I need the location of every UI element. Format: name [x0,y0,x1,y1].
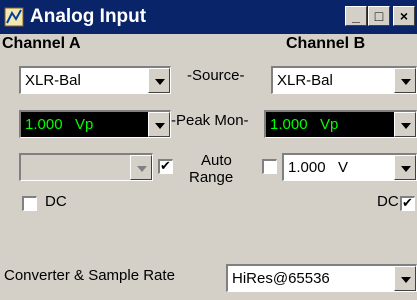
channel-b-source-value: XLR-Bal [277,72,333,89]
maximize-icon: □ [374,8,384,24]
window-title: Analog Input [30,6,147,27]
auto-label: Auto [201,152,232,169]
channel-a-dc-label: DC [45,193,67,210]
chevron-down-icon[interactable] [394,68,416,93]
channel-a-header: Channel A [2,35,81,52]
range-label: Range [189,169,234,186]
converter-label: Converter & Sample Rate [4,267,175,284]
channel-a-dc-checkbox[interactable] [22,196,37,211]
converter-sample-rate-value: HiRes@65536 [232,270,330,287]
channel-b-dc-label: DC [377,193,399,210]
channel-a-auto-range-checkbox[interactable] [158,158,173,174]
channel-b-header: Channel B [286,35,366,52]
channel-a-range-select [19,153,153,181]
chevron-down-icon[interactable] [394,266,416,291]
channel-b-range-select[interactable]: 1.000 V [282,153,417,181]
chevron-down-icon[interactable] [148,112,170,137]
analog-input-panel: Channel A Channel B XLR-Bal -Source- XLR… [0,34,417,300]
channel-b-dc-checkbox[interactable] [400,195,415,211]
chevron-down-icon[interactable] [394,112,416,137]
channel-a-source-select[interactable]: XLR-Bal [19,66,171,94]
maximize-button[interactable]: □ [368,6,390,26]
channel-b-peak-monitor[interactable]: 1.000 Vp [264,110,417,138]
source-label: -Source- [187,67,245,84]
peak-monitor-label: -Peak Mon- [171,112,249,129]
channel-b-source-select[interactable]: XLR-Bal [271,66,417,94]
minimize-icon: _ [352,8,360,24]
close-icon: × [399,8,409,24]
channel-b-auto-range-checkbox[interactable] [262,159,277,174]
channel-b-peak-value: 1.000 Vp [270,116,339,133]
channel-a-source-value: XLR-Bal [25,72,81,89]
chevron-down-icon[interactable] [148,68,170,93]
app-icon [4,7,24,27]
chevron-down-icon [130,155,152,180]
title-bar[interactable]: Analog Input _ □ × [0,0,417,34]
channel-a-peak-value: 1.000 Vp [25,116,94,133]
close-button[interactable]: × [393,6,415,26]
minimize-button[interactable]: _ [345,6,367,26]
chevron-down-icon[interactable] [394,155,416,180]
channel-b-range-value: 1.000 V [288,159,349,176]
converter-sample-rate-select[interactable]: HiRes@65536 [226,264,417,292]
channel-a-peak-monitor[interactable]: 1.000 Vp [19,110,171,138]
